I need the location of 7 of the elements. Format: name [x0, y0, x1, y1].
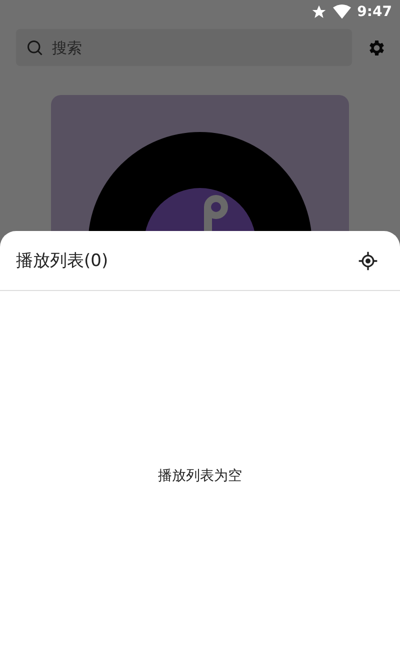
locate-icon[interactable] — [358, 250, 378, 270]
search-field[interactable]: 搜索 — [16, 29, 352, 66]
wifi-icon — [333, 4, 352, 20]
star-icon — [311, 4, 328, 20]
empty-message: 播放列表为空 — [158, 467, 242, 485]
playlist-title: 播放列表(0) — [16, 250, 108, 272]
status-time: 9:47 — [357, 4, 392, 20]
